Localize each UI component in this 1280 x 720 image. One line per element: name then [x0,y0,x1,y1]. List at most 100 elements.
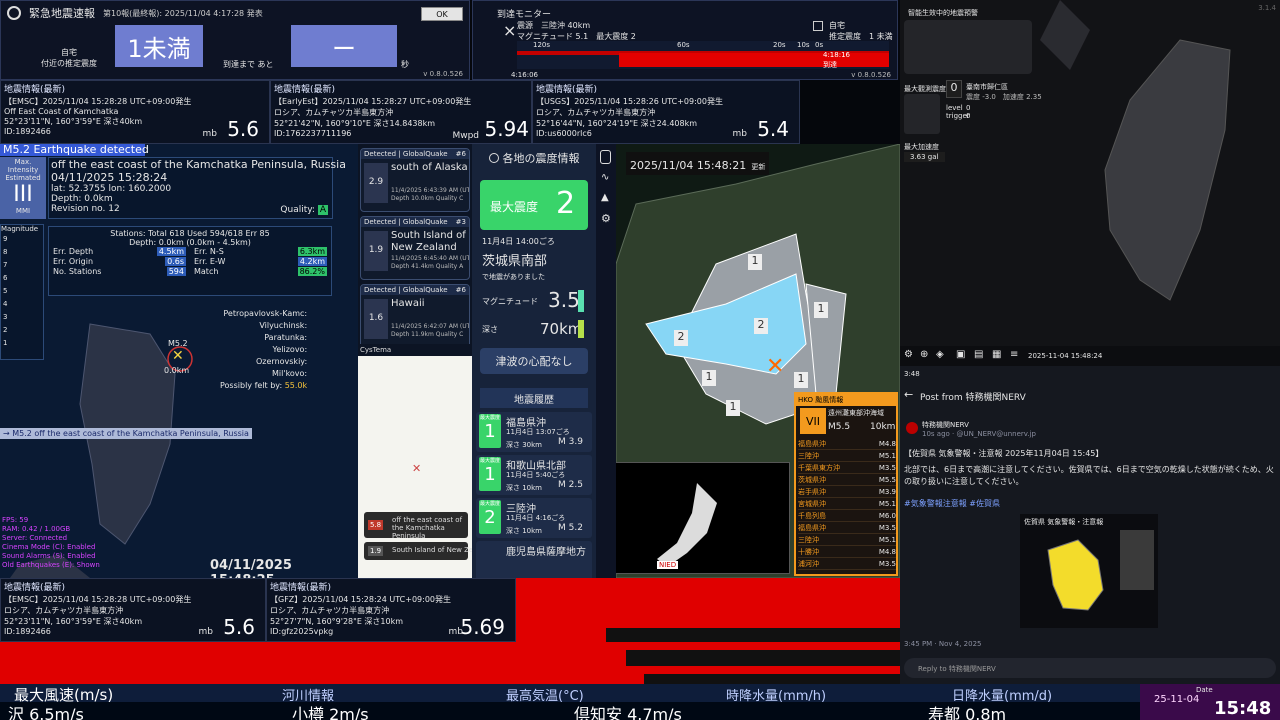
hko-row-mag: M4.8 [878,547,896,556]
eew-sec: 秒 [401,60,409,69]
gq-stats-grid: Err. Depth 4.5km Err. N-S 6.3km Err. Origin 0… [53,247,327,276]
tw-max: 0 [946,80,962,98]
jp-mag-bar [578,290,584,312]
ticker-category: 時降水量(mm/h) [726,689,827,702]
jp-depth-label: 深さ [482,325,498,334]
tw-map [1040,0,1231,301]
pulse-icon[interactable]: ∿ [601,172,609,183]
quake-info-card: 地震情報(最新) 【EMSC】2025/11/04 15:28:28 UTC+0… [0,80,270,144]
felt-city: Ozernovskiy: [256,357,308,366]
epicenter-icon: ✕ [766,354,785,379]
grid-icon[interactable]: ▦ [992,349,1001,360]
hko-row-mag: M3.5 [878,463,896,472]
jp-map-timebar: 2025/11/04 15:48:21 更新 [626,152,770,175]
cystema-item[interactable]: 5.8 off the east coast of the Kamchatka … [364,512,468,540]
arrival-monitor: 到達モニター × 震源 三陸沖 40km マグニチュード 5.1 最大震度 2 … [472,0,898,80]
jp-history-item[interactable]: 鹿児島県薩摩地方 [476,541,592,581]
avatar[interactable] [906,422,918,434]
hko-row-place: 浦河沖 [798,559,819,568]
jp-history-date: 11月4日 5:40ごろ [506,471,566,479]
layers-icon[interactable]: ◈ [936,349,944,360]
gq-stat: Err. Origin 0.6s [53,257,186,266]
jp-depth-bar [578,320,584,338]
nerv-post-panel: 3:48 ← Post from 特務機関NERV 特務機関NERV 10s a… [900,366,1280,684]
gq-time: 04/11/2025 15:28:24 [51,171,168,184]
gear-icon[interactable]: ⚙ [601,212,611,225]
jp-history-title: 地震履歴 [480,388,588,408]
intensity-label: 2 [674,330,688,346]
mag-value: 5.94 [484,117,529,141]
gq-mag-scale: 9 8 7 6 5 4 3 2 1 [1,233,43,350]
cystema-item[interactable]: 1.9 South Island of New Zealand [364,542,493,560]
side-toolbar: ∿ ▲ ⚙ [596,144,616,578]
gq-mmi: MMI [15,207,31,215]
jp-history-item[interactable]: 最大震度 1 福島県沖 11月4日 13:07ごろ 深さ 30km M 3.9 [476,412,592,452]
jp-max-value: 2 [556,186,576,221]
gq-stat-label: Err. Depth [53,247,94,256]
detected-depth: Depth 41.4km Quality A [391,263,464,270]
hko-row-mag: M3.5 [878,559,896,568]
back-icon[interactable]: ← [904,388,913,401]
reply-placeholder: Reply to 特務機関NERV [918,665,996,673]
nerv-body: 北部では、6日まで高潮に注意してください。佐賀県では、6日まで空気の乾燥した状態… [904,465,1274,486]
hko-row: 浦河沖 M3.5 [798,558,896,570]
jp-history-item[interactable]: 最大震度 1 和歌山県北部 11月4日 5:40ごろ 深さ 10km M 2.5 [476,455,592,495]
detected-place: south of Alaska [391,162,468,173]
intensity-label: 1 [814,302,828,318]
ticker-item: 倶知安 4.7m/s [574,705,682,720]
hko-row: 茨城県沖 M5.5 [798,474,896,486]
gear-icon[interactable]: ⚙ [904,349,913,360]
jp-history-intensity-box: 最大震度 1 [479,414,501,448]
jp-history-max-label: 最大震度 [479,501,500,507]
nerv-map-image[interactable]: 佐賀県 気象警報・注意報 [1020,514,1158,628]
detected-place: Hawaii [391,298,425,309]
detected-card[interactable]: Detected | GlobalQuake #3 1.9 South Island … [360,216,470,280]
jp-title-bar: 各地の震度情報 [472,144,596,172]
jp-mag-label: マグニチュード [482,297,538,306]
ok-button[interactable]: OK [421,7,463,21]
detected-card[interactable]: Detected | GlobalQuake #6 1.6 Hawaii 11/4/20… [360,284,470,348]
epicenter-depth: 0.0km [164,366,190,375]
jp-place: 茨城県南部 [482,254,548,269]
broadcast-screen: { "eew":{"title":"緊急地震速報","report":"第10報… [0,0,1280,720]
tw-max-label: 最大觀測震度 [904,85,946,93]
date-label: Date [1196,686,1213,694]
ticker-categories: 最大風速(m/s) 河川情報 最高気温(°C) 時降水量(mm/h) 日降水量(… [0,684,1140,702]
menu-icon[interactable]: ≡ [1010,349,1018,360]
jp-history-intensity: 2 [484,507,496,528]
tw-trigger: 0 [966,112,971,120]
tick-label: 10s [797,41,810,49]
phone-icon[interactable] [600,150,611,164]
jp-title: 各地の震度情報 [502,152,580,165]
detected-card[interactable]: Detected | GlobalQuake #6 2.9 south of Alas… [360,148,470,212]
detected-sub: 11/4/2025 6:45:40 AM (UTC) [391,255,470,262]
hko-row-place: 福島県沖 [798,439,826,448]
tab-icon[interactable]: ▤ [974,349,983,360]
jp-date: 11月4日 14:00ごろ [482,237,555,246]
tw-indicator [904,94,940,134]
jp-history-intensity: 1 [484,464,496,485]
close-icon[interactable]: × [503,21,516,40]
jp-history-mag: M 3.9 [558,437,583,447]
hko-row: 宮城県沖 M5.1 [798,498,896,510]
quake-info-line1: 【GFZ】2025/11/04 15:28:24 UTC+09:00発生 [270,595,452,604]
target-icon[interactable]: ⊕ [920,349,928,360]
hko-row-place: 福島県沖 [798,523,826,532]
tw-chart [904,20,1032,74]
eew-header: 緊急地震速報 第10報(最終報): 2025/11/04 4:17:28 発表 … [1,1,469,25]
hko-row-place: 茨城県沖 [798,475,826,484]
felt-city: Mil'kovo: [272,369,308,378]
hko-row-place: 千島列島 [798,511,826,520]
nerv-tags[interactable]: #気象警報注意報 #佐賀県 [904,498,1000,509]
gq-stat-value: 6.3km [297,247,327,256]
status-line: FPS: 59 [2,516,29,524]
window-icon[interactable]: ▣ [956,349,965,360]
jp-history-item[interactable]: 最大震度 2 三陸沖 11月4日 4:16ごろ 深さ 10km M 5.2 [476,498,592,538]
warning-icon[interactable]: ▲ [601,192,609,203]
reply-input[interactable]: Reply to 特務機関NERV [904,658,1276,678]
tw-place: 臺南市歸仁區 [966,83,1008,91]
eew-place: 自宅 付近の推定震度 [41,47,97,69]
red-alert-strip [0,642,516,684]
tw-panel: 智能生效中的地震預警 3.1.4 最大觀測震度 0 臺南市歸仁區 震度 -3.0… [900,0,1280,366]
marker-icon: ✕ [412,462,422,475]
